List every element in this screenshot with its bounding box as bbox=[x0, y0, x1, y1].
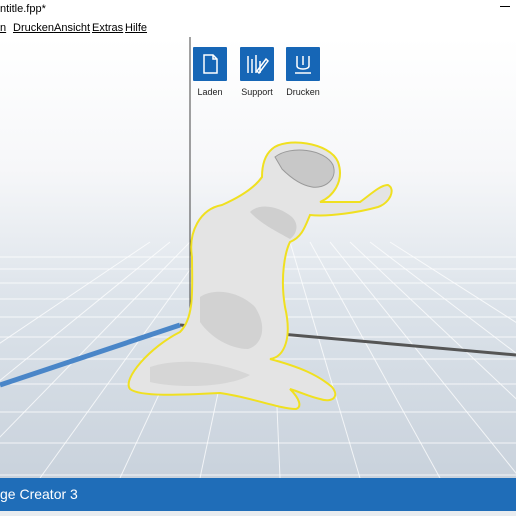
menu-hilfe[interactable]: Hilfe bbox=[125, 22, 147, 34]
menu-file[interactable]: n bbox=[0, 22, 6, 34]
document-icon bbox=[193, 47, 227, 81]
minimize-icon[interactable] bbox=[500, 6, 510, 7]
support-icon bbox=[240, 47, 274, 81]
app-name: ge Creator 3 bbox=[0, 486, 78, 502]
print-icon bbox=[286, 47, 320, 81]
menu-ansicht[interactable]: Ansicht bbox=[54, 22, 90, 34]
window-title: ntitle.fpp* bbox=[0, 3, 46, 15]
support-label: Support bbox=[241, 87, 273, 97]
menu-bar: n Drucken Ansicht Extras Hilfe bbox=[0, 19, 516, 38]
status-bar: ge Creator 3 bbox=[0, 478, 516, 511]
load-button[interactable]: Laden bbox=[187, 47, 233, 97]
build-plate-scene bbox=[0, 37, 516, 478]
menu-extras[interactable]: Extras bbox=[92, 22, 123, 34]
load-label: Laden bbox=[197, 87, 223, 97]
model-figure bbox=[127, 141, 393, 411]
window-bottom-edge bbox=[0, 511, 516, 516]
print-button[interactable]: Drucken bbox=[280, 47, 326, 97]
3d-viewport[interactable]: Laden Support Drucken bbox=[0, 37, 516, 478]
support-button[interactable]: Support bbox=[234, 47, 280, 97]
menu-drucken[interactable]: Drucken bbox=[13, 22, 54, 34]
title-bar: ntitle.fpp* bbox=[0, 0, 516, 18]
print-label: Drucken bbox=[286, 87, 320, 97]
